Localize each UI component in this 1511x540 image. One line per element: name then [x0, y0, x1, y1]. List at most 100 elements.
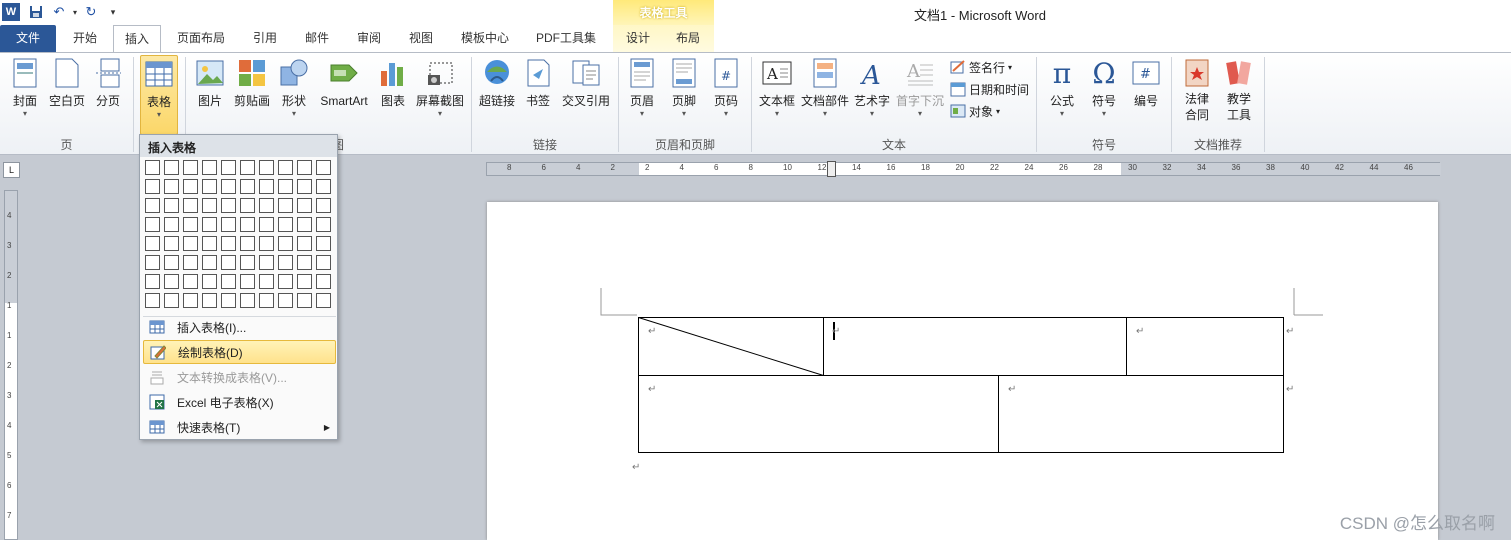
shapes-button[interactable]: 形状 ▾ — [276, 55, 312, 131]
grid-cell[interactable] — [202, 217, 217, 232]
grid-cell[interactable] — [164, 217, 179, 232]
hyperlink-button[interactable]: 超链接 — [476, 55, 518, 131]
grid-cell[interactable] — [164, 160, 179, 175]
bookmark-button[interactable]: 书签 — [520, 55, 556, 131]
horizontal-ruler[interactable]: 8 6 4 2 2 4 6 8 10 12 14 16 18 20 22 24 26 28 30 32 34 36 38 40… — [486, 161, 1441, 177]
grid-cell[interactable] — [316, 217, 331, 232]
signature-line-button[interactable]: 签名行 ▾ — [950, 57, 1012, 77]
vertical-ruler[interactable]: 4 3 2 1 1 2 3 4 5 6 7 — [4, 190, 18, 540]
grid-cell[interactable] — [278, 179, 293, 194]
menu-excel-spreadsheet[interactable]: Excel 电子表格(X) — [143, 390, 336, 414]
grid-cell[interactable] — [278, 217, 293, 232]
grid-cell[interactable] — [221, 255, 236, 270]
grid-cell[interactable] — [183, 160, 198, 175]
object-button[interactable]: 对象 ▾ — [950, 101, 1000, 121]
tab-file[interactable]: 文件 — [0, 25, 56, 52]
footer-button[interactable]: 页脚 ▾ — [666, 55, 702, 131]
grid-cell[interactable] — [297, 274, 312, 289]
tab-selector[interactable]: L — [3, 162, 20, 178]
grid-cell[interactable] — [164, 236, 179, 251]
grid-cell[interactable] — [164, 293, 179, 308]
cross-reference-button[interactable]: 交叉引用 — [560, 55, 612, 131]
grid-cell[interactable] — [297, 198, 312, 213]
grid-cell[interactable] — [145, 217, 160, 232]
grid-cell[interactable] — [145, 160, 160, 175]
chart-button[interactable]: 图表 — [376, 55, 410, 131]
grid-cell[interactable] — [259, 293, 274, 308]
grid-cell[interactable] — [259, 198, 274, 213]
grid-cell[interactable] — [221, 293, 236, 308]
grid-cell[interactable] — [278, 236, 293, 251]
page-number-button[interactable]: # 页码 ▾ — [708, 55, 744, 131]
picture-button[interactable]: 图片 — [192, 55, 228, 131]
text-box-button[interactable]: A 文本框 ▾ — [756, 55, 798, 131]
clipart-button[interactable]: 剪贴画 — [232, 55, 272, 131]
grid-cell[interactable] — [278, 160, 293, 175]
grid-cell[interactable] — [183, 198, 198, 213]
grid-cell[interactable] — [297, 236, 312, 251]
grid-cell[interactable] — [183, 179, 198, 194]
tab-layout[interactable]: 布局 — [666, 25, 710, 52]
table-button[interactable]: 表格 ▾ — [140, 55, 178, 135]
grid-cell[interactable] — [202, 293, 217, 308]
menu-quick-tables[interactable]: 快速表格(T) ▶ — [143, 415, 336, 439]
grid-cell[interactable] — [259, 179, 274, 194]
grid-cell[interactable] — [297, 179, 312, 194]
tab-home[interactable]: 开始 — [60, 25, 110, 52]
grid-cell[interactable] — [183, 274, 198, 289]
indent-marker[interactable] — [827, 161, 836, 177]
table-size-grid[interactable] — [145, 160, 335, 312]
grid-cell[interactable] — [202, 198, 217, 213]
grid-cell[interactable] — [221, 160, 236, 175]
grid-cell[interactable] — [202, 255, 217, 270]
symbol-button[interactable]: Ω 符号 ▾ — [1084, 55, 1124, 131]
grid-cell[interactable] — [145, 274, 160, 289]
grid-cell[interactable] — [297, 293, 312, 308]
grid-cell[interactable] — [278, 293, 293, 308]
grid-cell[interactable] — [297, 255, 312, 270]
grid-cell[interactable] — [278, 274, 293, 289]
grid-cell[interactable] — [316, 293, 331, 308]
grid-cell[interactable] — [221, 236, 236, 251]
grid-cell[interactable] — [278, 255, 293, 270]
cover-page-button[interactable]: 封面 ▾ — [4, 55, 46, 131]
grid-cell[interactable] — [240, 179, 255, 194]
grid-cell[interactable] — [297, 160, 312, 175]
blank-page-button[interactable]: 空白页 — [46, 55, 88, 131]
grid-cell[interactable] — [240, 236, 255, 251]
menu-insert-table[interactable]: 插入表格(I)... — [143, 315, 336, 339]
menu-draw-table[interactable]: 绘制表格(D) — [143, 340, 336, 364]
grid-cell[interactable] — [316, 274, 331, 289]
grid-cell[interactable] — [259, 274, 274, 289]
grid-cell[interactable] — [145, 255, 160, 270]
date-time-button[interactable]: 日期和时间 — [950, 79, 1029, 99]
grid-cell[interactable] — [221, 198, 236, 213]
tab-template-center[interactable]: 模板中心 — [452, 25, 518, 52]
grid-cell[interactable] — [183, 293, 198, 308]
grid-cell[interactable] — [145, 293, 160, 308]
grid-cell[interactable] — [145, 198, 160, 213]
grid-cell[interactable] — [183, 217, 198, 232]
grid-cell[interactable] — [183, 255, 198, 270]
grid-cell[interactable] — [240, 160, 255, 175]
drop-cap-button[interactable]: A 首字下沉 ▾ — [894, 55, 946, 131]
grid-cell[interactable] — [164, 179, 179, 194]
grid-cell[interactable] — [259, 160, 274, 175]
grid-cell[interactable] — [164, 198, 179, 213]
grid-cell[interactable] — [145, 179, 160, 194]
grid-cell[interactable] — [240, 198, 255, 213]
grid-cell[interactable] — [164, 255, 179, 270]
grid-cell[interactable] — [316, 179, 331, 194]
grid-cell[interactable] — [316, 255, 331, 270]
equation-button[interactable]: π 公式 ▾ — [1042, 55, 1082, 131]
grid-cell[interactable] — [145, 236, 160, 251]
grid-cell[interactable] — [259, 217, 274, 232]
grid-cell[interactable] — [240, 293, 255, 308]
grid-cell[interactable] — [259, 255, 274, 270]
menu-text-to-table[interactable]: 文本转换成表格(V)... — [143, 365, 336, 389]
grid-cell[interactable] — [278, 198, 293, 213]
grid-cell[interactable] — [297, 217, 312, 232]
tab-insert[interactable]: 插入 — [113, 25, 161, 53]
grid-cell[interactable] — [240, 217, 255, 232]
grid-cell[interactable] — [316, 160, 331, 175]
